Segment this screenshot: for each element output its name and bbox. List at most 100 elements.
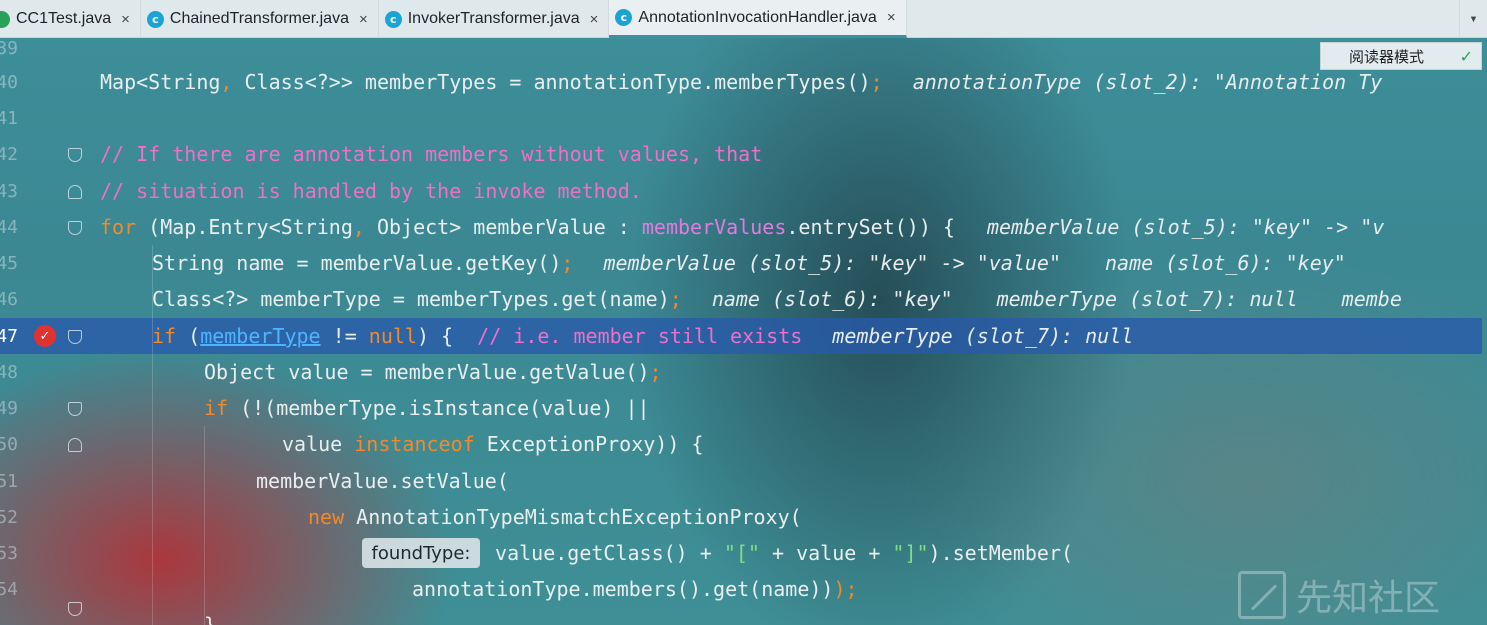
- code-line-40[interactable]: Map<String, Class<?>> memberTypes = anno…: [100, 64, 1487, 100]
- line-number: 52: [0, 506, 18, 528]
- code-keyword: new: [308, 505, 345, 529]
- code-comment: // If there are annotation members witho…: [100, 142, 763, 166]
- code-variable-link[interactable]: memberType: [200, 324, 320, 348]
- breakpoint-icon[interactable]: ✓: [34, 325, 56, 347]
- gutter-line[interactable]: 52: [0, 499, 96, 535]
- tab-chained-transformer[interactable]: c ChainedTransformer.java ×: [141, 0, 379, 38]
- watermark: 先知社区: [1238, 570, 1440, 620]
- code-text: Class<?>> memberTypes = annotationType.m…: [244, 70, 871, 94]
- code-comment: // i.e. member still exists: [477, 324, 803, 348]
- gutter-line[interactable]: 48: [0, 354, 96, 390]
- code-text: + value +: [759, 541, 893, 565]
- gutter-line[interactable]: 41: [0, 100, 96, 136]
- inline-debug-value: name (slot_6): "key": [1105, 251, 1346, 275]
- inline-debug-value: name (slot_6): "key": [711, 287, 953, 311]
- logo-icon: [1238, 571, 1286, 619]
- gutter-line[interactable]: 39: [0, 30, 96, 66]
- tab-label: CC1Test.java: [16, 10, 112, 27]
- code-text: value.getClass() +: [483, 541, 724, 565]
- code-line-48[interactable]: Object value = memberValue.getValue();: [100, 354, 1487, 390]
- code-punct: ;: [561, 251, 574, 275]
- code-punct: ;: [649, 360, 662, 384]
- code-line-51[interactable]: memberValue.setValue(: [100, 463, 1487, 499]
- code-field: memberValues: [641, 215, 787, 239]
- code-text: memberValue.setValue(: [256, 469, 509, 493]
- code-line-43[interactable]: // situation is handled by the invoke me…: [100, 173, 1487, 209]
- gutter-line[interactable]: 40: [0, 64, 96, 100]
- line-number: 47: [0, 325, 18, 347]
- code-text: !=: [320, 324, 369, 348]
- fold-icon[interactable]: [68, 221, 82, 235]
- line-number: 49: [0, 397, 18, 419]
- code-line-46[interactable]: Class<?> memberType = memberTypes.get(na…: [100, 281, 1487, 317]
- tab-invoker-transformer[interactable]: c InvokerTransformer.java ×: [379, 0, 610, 38]
- gutter-line[interactable]: 53: [0, 535, 96, 571]
- code-keyword: instanceof: [354, 432, 475, 456]
- fold-icon[interactable]: [68, 402, 82, 416]
- line-number: 51: [0, 470, 18, 492]
- code-line-47[interactable]: if (memberType != null) { // i.e. member…: [100, 318, 1487, 354]
- close-icon[interactable]: ×: [887, 9, 896, 26]
- fold-icon[interactable]: [68, 185, 82, 199]
- code-line-42[interactable]: // If there are annotation members witho…: [100, 136, 1487, 172]
- code-text: (!(memberType.isInstance(value) ||: [228, 396, 650, 420]
- fold-icon[interactable]: [68, 438, 82, 452]
- gutter-line[interactable]: 45: [0, 245, 96, 281]
- fold-icon[interactable]: [68, 330, 82, 344]
- line-number: 42: [0, 143, 18, 165]
- gutter-line[interactable]: 51: [0, 463, 96, 499]
- inline-debug-value: memberType (slot_7): null: [832, 324, 1134, 348]
- fold-icon[interactable]: [68, 148, 82, 162]
- code-line-50[interactable]: value instanceof ExceptionProxy)) {: [100, 426, 1487, 462]
- line-number: 44: [0, 216, 18, 238]
- line-number: 45: [0, 252, 18, 274]
- code-text: }: [204, 613, 217, 625]
- code-line-45[interactable]: String name = memberValue.getKey(); membe…: [100, 245, 1487, 281]
- fold-icon[interactable]: [68, 602, 82, 616]
- code-line-44[interactable]: for (Map.Entry<String, Object> memberVal…: [100, 209, 1487, 245]
- close-icon[interactable]: ×: [590, 11, 599, 28]
- gutter-line[interactable]: 54: [0, 571, 96, 607]
- code-text: value: [282, 432, 355, 456]
- code-text: (: [176, 324, 201, 348]
- tab-annotation-invocation-handler[interactable]: c AnnotationInvocationHandler.java ×: [609, 0, 907, 38]
- code-punct: ;: [669, 287, 682, 311]
- code-text: String name = memberValue.getKey(): [152, 251, 562, 275]
- code-text: ).setMember(: [928, 541, 1074, 565]
- line-number: 41: [0, 107, 18, 129]
- code-keyword: null: [368, 324, 417, 348]
- tab-list-chevron-icon[interactable]: ▾: [1459, 0, 1487, 38]
- line-number: 48: [0, 361, 18, 383]
- code-comment: // situation is handled by the invoke me…: [100, 179, 642, 203]
- code-text: Map<String: [100, 70, 221, 94]
- line-number: 50: [0, 433, 18, 455]
- code-text: annotationType.members().get(name)): [412, 577, 834, 601]
- java-class-icon: c: [384, 10, 402, 28]
- code-keyword: if: [152, 324, 177, 348]
- code-text: Class<?> memberType = memberTypes.get(na…: [152, 287, 670, 311]
- close-icon[interactable]: ×: [359, 11, 368, 28]
- code-text: ExceptionProxy)) {: [474, 432, 704, 456]
- line-number: 40: [0, 71, 18, 93]
- code-keyword: if: [204, 396, 229, 420]
- java-run-icon: [0, 10, 10, 28]
- tab-label: AnnotationInvocationHandler.java: [638, 8, 877, 26]
- line-number: 54: [0, 578, 18, 600]
- code-line-53[interactable]: value.getClass() + "[" + value + "]").se…: [100, 535, 1487, 571]
- tab-label: InvokerTransformer.java: [407, 10, 580, 27]
- inline-debug-value: membe: [1341, 287, 1402, 311]
- code-line-49[interactable]: if (!(memberType.isInstance(value) ||: [100, 390, 1487, 426]
- code-text: AnnotationTypeMismatchExceptionProxy(: [344, 505, 802, 529]
- close-icon[interactable]: ×: [121, 11, 130, 28]
- gutter-line[interactable]: 46: [0, 281, 96, 317]
- line-number: 46: [0, 288, 18, 310]
- tab-label: ChainedTransformer.java: [169, 10, 349, 27]
- code-text: Object value = memberValue.getValue(): [204, 360, 650, 384]
- inline-debug-value: memberValue (slot_5): "key" -> "v: [986, 215, 1385, 239]
- code-punct: ,: [352, 215, 377, 239]
- inline-debug-value: memberValue (slot_5): "key" -> "value": [603, 251, 1062, 275]
- inline-debug-value: memberType (slot_7): null: [996, 287, 1298, 311]
- code-string: "[": [723, 541, 760, 565]
- code-line-52[interactable]: new AnnotationTypeMismatchExceptionProxy…: [100, 499, 1487, 535]
- line-number: 53: [0, 542, 18, 564]
